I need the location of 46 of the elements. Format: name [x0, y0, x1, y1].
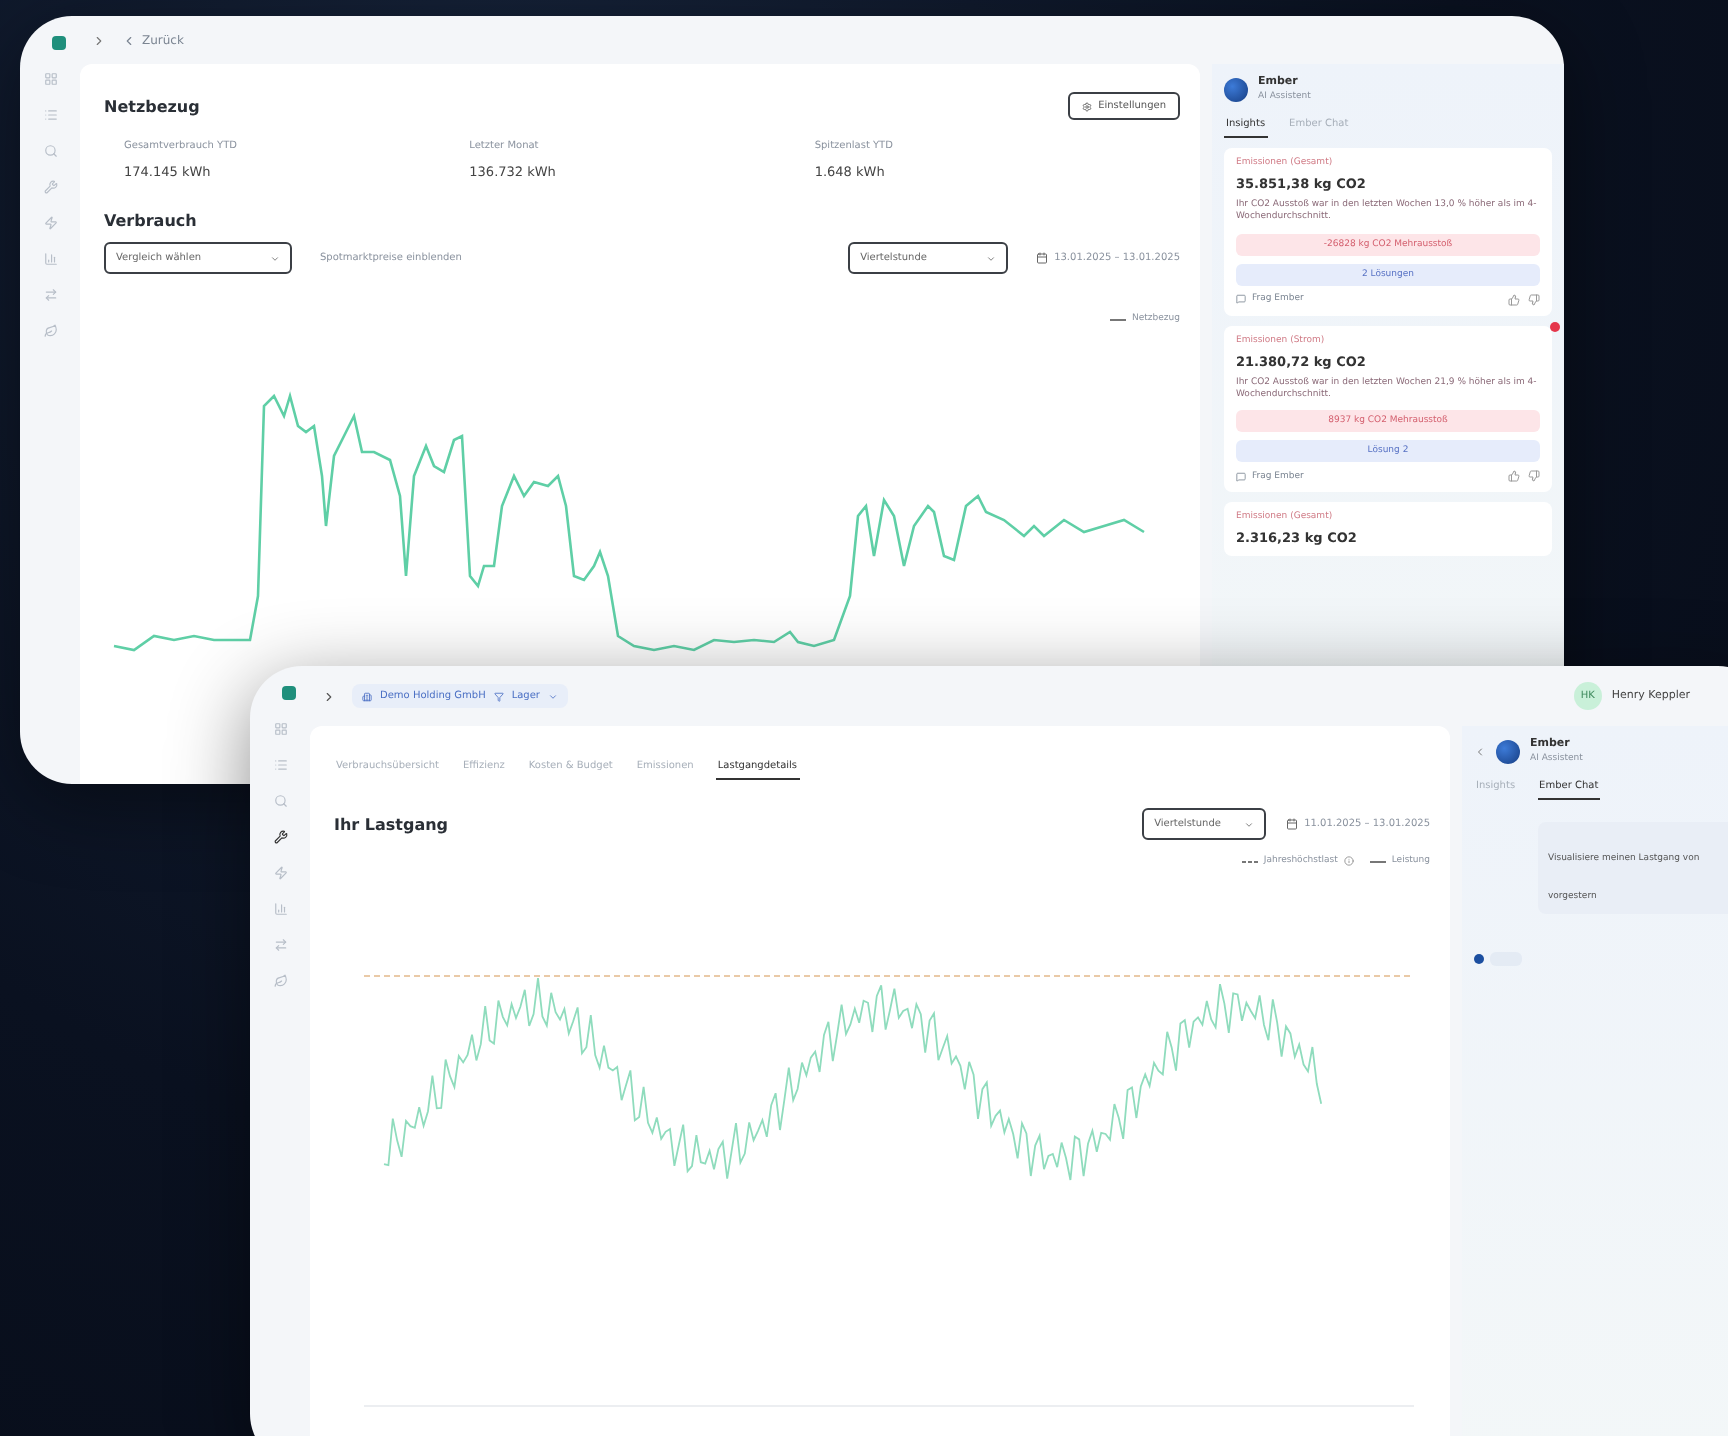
filter-icon	[493, 691, 504, 701]
chevron-left-icon[interactable]	[1474, 745, 1486, 757]
typing-indicator	[1474, 952, 1522, 966]
chat-icon	[1236, 471, 1246, 482]
thumbs-up-icon[interactable]	[1508, 293, 1520, 306]
thumbs-down-icon[interactable]	[1528, 293, 1540, 306]
chevron-down-icon	[986, 253, 997, 263]
logo-icon	[281, 686, 295, 700]
leaf-icon[interactable]	[43, 324, 57, 338]
grid-icon[interactable]	[273, 722, 287, 736]
list-icon[interactable]	[273, 758, 287, 772]
calendar-icon	[1286, 818, 1299, 830]
bolt-icon[interactable]	[273, 866, 287, 880]
chevron-left-icon	[122, 33, 136, 47]
legend-line-icon	[1241, 859, 1258, 863]
settings-icon	[1082, 101, 1093, 111]
chevron-down-icon	[270, 253, 280, 263]
search-icon[interactable]	[273, 794, 287, 808]
legend-line-icon	[1110, 317, 1127, 321]
chevron-right-icon[interactable]	[322, 689, 336, 703]
calendar-icon	[1036, 252, 1049, 264]
assistant-avatar	[1224, 77, 1248, 101]
bolt-icon[interactable]	[43, 216, 57, 230]
bar-chart-icon[interactable]	[43, 252, 57, 266]
grid-icon[interactable]	[43, 72, 57, 86]
legend-line-icon	[1369, 859, 1386, 863]
leaf-icon[interactable]	[273, 974, 287, 988]
building-icon	[362, 691, 372, 701]
info-icon[interactable]	[1343, 856, 1354, 866]
chat-icon	[1236, 294, 1246, 305]
arrows-icon[interactable]	[43, 288, 57, 302]
search-icon[interactable]	[43, 144, 57, 158]
wrench-icon[interactable]	[273, 830, 287, 844]
arrows-icon[interactable]	[273, 938, 287, 952]
section-title: Netzbezug	[104, 97, 200, 115]
chevron-right-icon[interactable]	[92, 33, 106, 47]
assistant-avatar	[1496, 739, 1520, 763]
thumbs-down-icon[interactable]	[1528, 470, 1540, 483]
chart-title: Ihr Lastgang	[334, 815, 449, 833]
list-icon[interactable]	[43, 108, 57, 122]
bar-chart-icon[interactable]	[273, 902, 287, 916]
logo-icon	[51, 36, 65, 50]
section-title: Verbrauch	[104, 212, 199, 230]
chevron-down-icon	[1244, 819, 1255, 829]
thumbs-up-icon[interactable]	[1508, 470, 1520, 483]
chevron-down-icon	[547, 691, 558, 701]
